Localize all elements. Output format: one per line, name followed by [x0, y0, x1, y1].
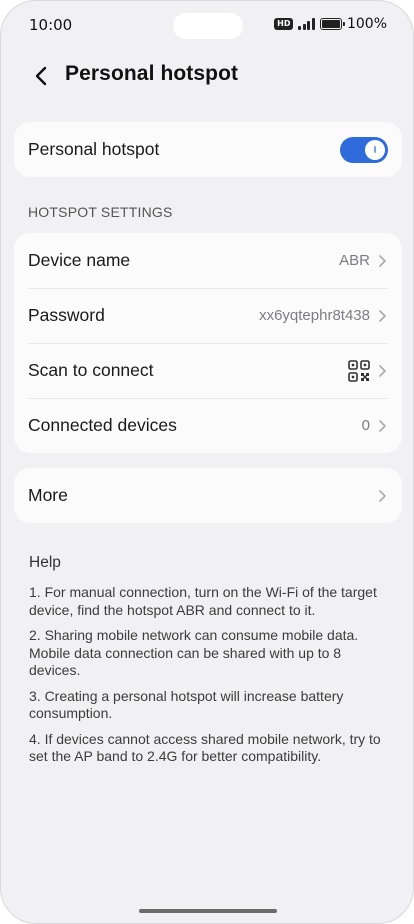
- back-arrow-icon: [35, 66, 47, 86]
- hotspot-toggle-card: Personal hotspot: [14, 122, 402, 177]
- qr-code-icon: [348, 359, 370, 382]
- more-card: More: [14, 468, 402, 523]
- device-name-value: ABR: [339, 252, 370, 269]
- chevron-right-icon: [378, 419, 388, 433]
- scan-to-connect-row[interactable]: Scan to connect: [14, 343, 402, 398]
- status-time: 10:00: [29, 16, 73, 34]
- help-section: Help 1. For manual connection, turn on t…: [29, 554, 391, 774]
- password-row[interactable]: Password xx6yqtephr8t438: [14, 288, 402, 343]
- password-value: xx6yqtephr8t438: [259, 307, 370, 324]
- chevron-right-icon: [378, 489, 388, 503]
- header: Personal hotspot: [1, 59, 413, 95]
- help-title: Help: [29, 554, 61, 571]
- device-name-row[interactable]: Device name ABR: [14, 233, 402, 288]
- status-bar: 10:00 HD 100%: [1, 1, 413, 49]
- home-indicator[interactable]: [139, 909, 277, 913]
- connected-devices-row[interactable]: Connected devices 0: [14, 398, 402, 453]
- camera-notch: [173, 13, 243, 39]
- signal-icon: [298, 18, 315, 30]
- more-row[interactable]: More: [14, 468, 402, 523]
- hotspot-settings-card: Device name ABR Password xx6yqtephr8t438…: [14, 233, 402, 453]
- help-item: 3. Creating a personal hotspot will incr…: [29, 687, 344, 722]
- chevron-right-icon: [378, 254, 388, 268]
- connected-devices-count: 0: [361, 417, 370, 434]
- hotspot-toggle-label: Personal hotspot: [28, 139, 160, 159]
- toggle-knob: [365, 139, 385, 160]
- hd-icon: HD: [274, 18, 294, 30]
- battery-icon: [319, 18, 345, 30]
- device-name-label: Device name: [28, 250, 131, 270]
- status-icons: HD 100%: [274, 16, 387, 32]
- phone-screen: 10:00 HD 100% Personal hotspot Personal …: [0, 0, 414, 924]
- hotspot-toggle-switch[interactable]: [340, 136, 388, 163]
- chevron-right-icon: [378, 364, 388, 378]
- password-label: Password: [28, 305, 105, 325]
- back-button[interactable]: [31, 65, 51, 87]
- hotspot-toggle-row[interactable]: Personal hotspot: [14, 122, 402, 177]
- more-label: More: [28, 485, 68, 505]
- help-item: 2. Sharing mobile network can consume mo…: [29, 627, 359, 678]
- battery-percent: 100%: [346, 16, 387, 32]
- help-item: 1. For manual connection, turn on the Wi…: [29, 584, 377, 618]
- connected-devices-label: Connected devices: [28, 415, 177, 435]
- help-item: 4. If devices cannot access shared mobil…: [29, 730, 381, 765]
- section-header-hotspot-settings: HOTSPOT SETTINGS: [28, 204, 173, 220]
- page-title: Personal hotspot: [65, 62, 239, 85]
- chevron-right-icon: [378, 309, 388, 323]
- scan-to-connect-label: Scan to connect: [28, 360, 154, 380]
